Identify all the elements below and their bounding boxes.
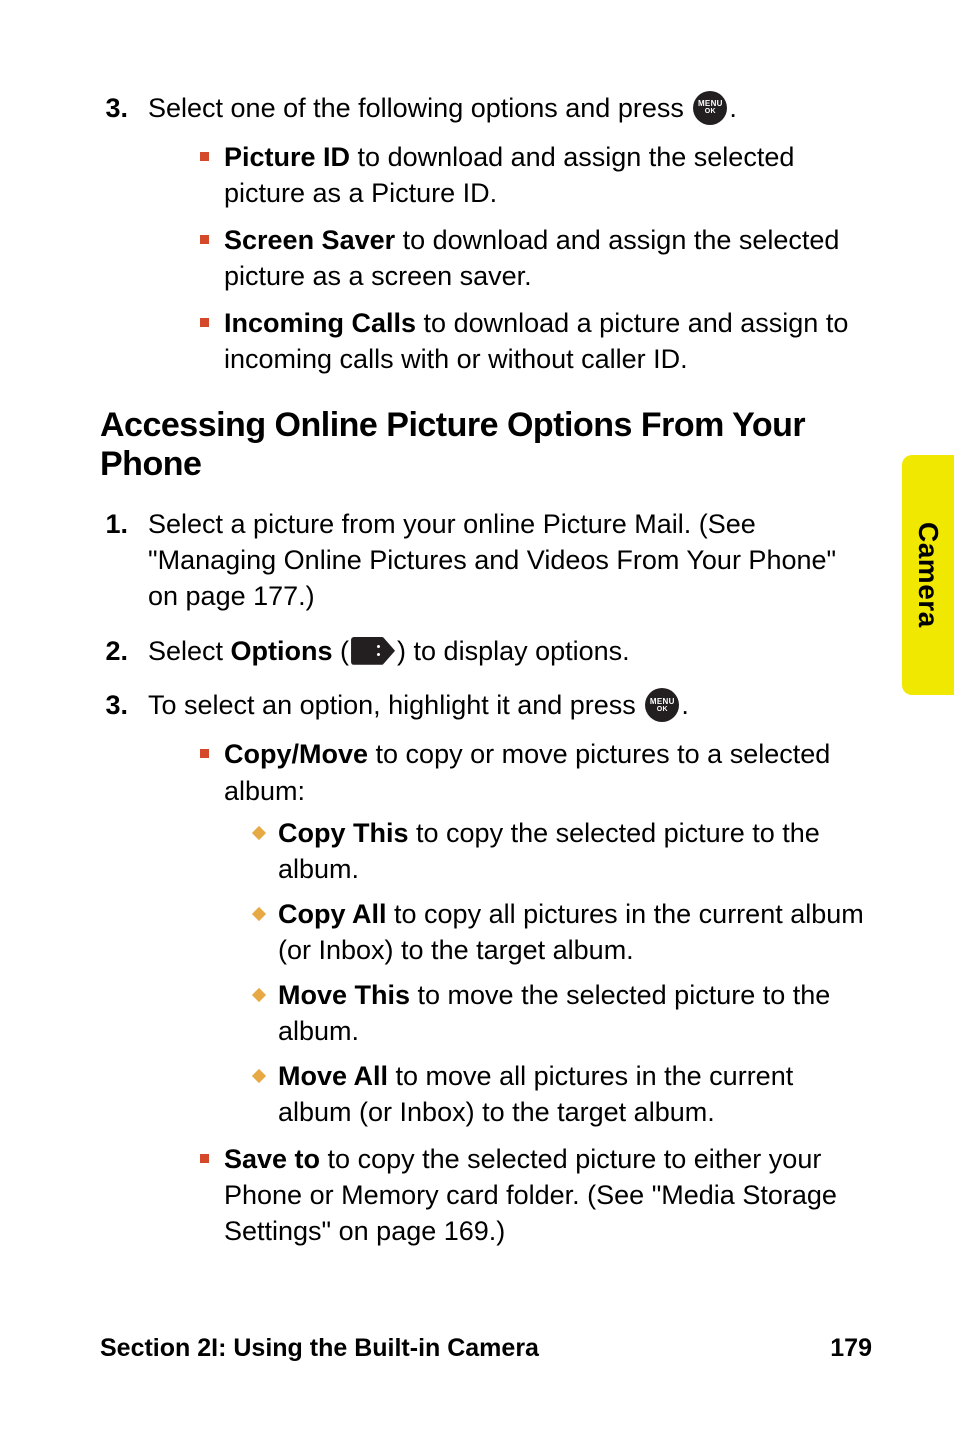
list-item: 3. Select one of the following options a… <box>100 90 872 388</box>
list-item: Incoming Calls to download a picture and… <box>200 305 872 378</box>
page-footer: Section 2I: Using the Built-in Camera 17… <box>100 1334 872 1363</box>
step-post-text: . <box>681 690 689 720</box>
option-name: Copy This <box>278 818 409 848</box>
sub-sub-bullet-list: Copy This to copy the selected picture t… <box>224 815 872 1131</box>
step-number: 3. <box>100 90 128 388</box>
step-content: Select Options ( ) to display options. <box>148 633 872 669</box>
option-name: Move This <box>278 980 410 1010</box>
menu-ok-icon: MENUOK <box>645 688 679 722</box>
footer-page-number: 179 <box>830 1334 872 1363</box>
sub-bullet-list: Picture ID to download and assign the se… <box>148 139 872 378</box>
step-post-text: ) to display options. <box>397 636 630 666</box>
step-number: 3. <box>100 687 128 1260</box>
section-heading: Accessing Online Picture Options From Yo… <box>100 406 872 484</box>
step-pre-text: To select an option, highlight it and pr… <box>148 690 643 720</box>
list-item: 3. To select an option, highlight it and… <box>100 687 872 1260</box>
option-name: Move All <box>278 1061 388 1091</box>
list-item: Copy/Move to copy or move pictures to a … <box>200 736 872 1130</box>
step-text: Select a picture from your online Pictur… <box>148 509 836 612</box>
main-numbered-list: 1. Select a picture from your online Pic… <box>100 506 872 1260</box>
footer-section-label: Section 2I: Using the Built-in Camera <box>100 1334 539 1363</box>
step-tail-text: . <box>729 93 737 123</box>
options-label: Options <box>231 636 333 666</box>
option-name: Incoming Calls <box>224 308 416 338</box>
list-item: Save to to copy the selected picture to … <box>200 1141 872 1250</box>
list-item: Copy All to copy all pictures in the cur… <box>254 896 872 969</box>
list-item: Move This to move the selected picture t… <box>254 977 872 1050</box>
list-item: Screen Saver to download and assign the … <box>200 222 872 295</box>
menu-ok-icon: MENUOK <box>693 91 727 125</box>
step-content: Select a picture from your online Pictur… <box>148 506 872 615</box>
step-number: 2. <box>100 633 128 669</box>
step-pre-text: Select <box>148 636 231 666</box>
option-name: Copy All <box>278 899 387 929</box>
list-item: Picture ID to download and assign the se… <box>200 139 872 212</box>
sub-bullet-list: Copy/Move to copy or move pictures to a … <box>148 736 872 1250</box>
side-tab: Camera <box>902 455 954 695</box>
list-item: 1. Select a picture from your online Pic… <box>100 506 872 615</box>
step-number: 1. <box>100 506 128 615</box>
side-tab-label: Camera <box>912 522 944 628</box>
option-name: Screen Saver <box>224 225 395 255</box>
list-item: Copy This to copy the selected picture t… <box>254 815 872 888</box>
list-item: Move All to move all pictures in the cur… <box>254 1058 872 1131</box>
step-lead-text: Select one of the following options and … <box>148 93 691 123</box>
step-content: Select one of the following options and … <box>148 90 872 388</box>
option-name: Picture ID <box>224 142 350 172</box>
right-soft-key-icon <box>351 637 395 665</box>
option-name: Save to <box>224 1144 320 1174</box>
option-name: Copy/Move <box>224 739 368 769</box>
list-item: 2. Select Options ( ) to display options. <box>100 633 872 669</box>
step-content: To select an option, highlight it and pr… <box>148 687 872 1260</box>
page-content: 3. Select one of the following options a… <box>0 0 954 1260</box>
top-numbered-list: 3. Select one of the following options a… <box>100 90 872 388</box>
step-mid-text: ( <box>333 636 350 666</box>
